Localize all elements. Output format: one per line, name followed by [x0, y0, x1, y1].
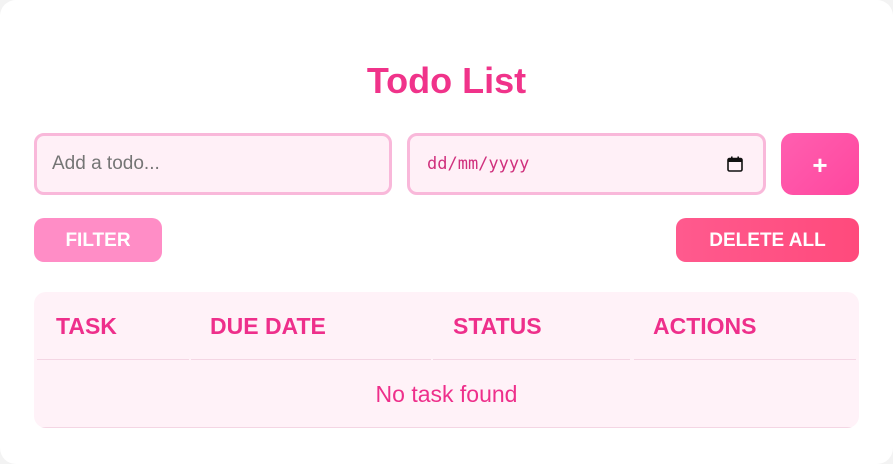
table-bottom-divider — [37, 427, 856, 428]
page-title: Todo List — [366, 60, 527, 101]
add-todo-button[interactable]: + — [781, 133, 859, 195]
calendar-icon[interactable] — [726, 155, 744, 173]
todo-table: TASK DUE DATE STATUS ACTIONS No task fou… — [34, 292, 859, 428]
column-header-task: TASK — [56, 313, 117, 339]
filter-button[interactable]: FILTER — [34, 218, 162, 262]
table-header: TASK DUE DATE STATUS ACTIONS — [34, 292, 859, 360]
column-header-actions: ACTIONS — [653, 313, 757, 339]
due-date-input[interactable]: dd/mm/yyyy — [407, 133, 766, 195]
todo-card: Todo List dd/mm/yyyy + FILTER DELETE ALL… — [0, 0, 893, 464]
delete-all-button[interactable]: DELETE ALL — [676, 218, 859, 262]
todo-input[interactable] — [34, 133, 392, 195]
column-header-due-date: DUE DATE — [210, 313, 326, 339]
column-header-status: STATUS — [453, 313, 542, 339]
empty-state-message: No task found — [375, 381, 518, 407]
due-date-placeholder: dd/mm/yyyy — [427, 154, 530, 174]
